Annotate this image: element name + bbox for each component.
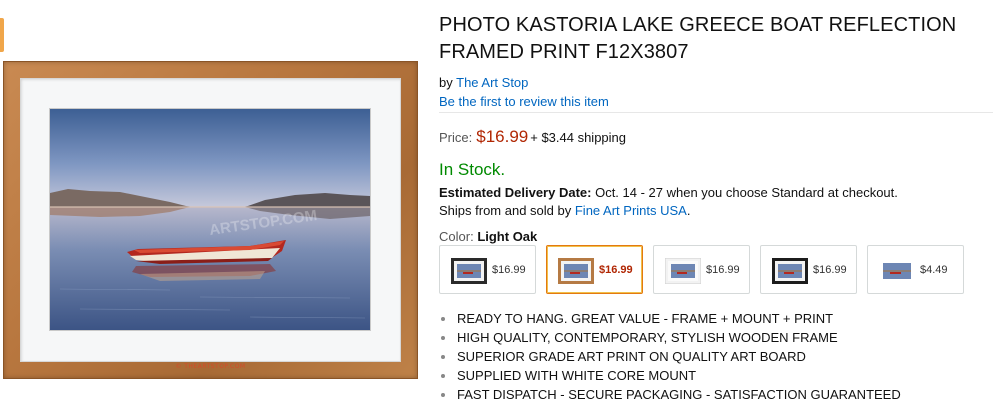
shipping-cost: + $3.44 shipping xyxy=(530,130,627,145)
delivery-estimate: Estimated Delivery Date: Oct. 14 - 27 wh… xyxy=(439,184,993,202)
swatch-price: $16.99 xyxy=(813,264,847,276)
swatch-price: $16.99 xyxy=(706,264,740,276)
bullet-dot-icon xyxy=(441,393,445,397)
feature-bullet: HIGH QUALITY, CONTEMPORARY, STYLISH WOOD… xyxy=(441,328,901,347)
review-link[interactable]: Be the first to review this item xyxy=(439,94,609,109)
swatch-thumbnail xyxy=(883,263,911,279)
ships-from: Ships from and sold by Fine Art Prints U… xyxy=(439,202,993,220)
ships-suffix: . xyxy=(686,203,691,218)
left-edge-tab[interactable] xyxy=(0,18,4,52)
swatch-price: $16.99 xyxy=(492,264,526,276)
feature-text: SUPERIOR GRADE ART PRINT ON QUALITY ART … xyxy=(457,349,806,364)
stock-status: In Stock. xyxy=(439,160,506,179)
color-row: Color: Light Oak xyxy=(439,229,993,244)
feature-text: FAST DISPATCH - SECURE PACKAGING - SATIS… xyxy=(457,387,901,402)
feature-text: SUPPLIED WITH WHITE CORE MOUNT xyxy=(457,368,697,383)
feature-bullets: READY TO HANG. GREAT VALUE - FRAME + MOU… xyxy=(441,309,901,404)
feature-bullet: FAST DISPATCH - SECURE PACKAGING - SATIS… xyxy=(441,385,901,404)
brand-link[interactable]: The Art Stop xyxy=(456,75,528,90)
seller-link[interactable]: Fine Art Prints USA xyxy=(575,203,687,218)
feature-bullet: SUPPLIED WITH WHITE CORE MOUNT xyxy=(441,366,901,385)
price-value: $16.99 xyxy=(476,127,529,146)
swatch-option-4[interactable]: $16.99 xyxy=(760,245,857,294)
ships-prefix: Ships from and sold by xyxy=(439,203,572,218)
swatch-thumbnail xyxy=(772,258,808,284)
swatch-option-1[interactable]: $16.99 xyxy=(439,245,536,294)
delivery-label: Estimated Delivery Date: xyxy=(439,185,592,200)
feature-text: READY TO HANG. GREAT VALUE - FRAME + MOU… xyxy=(457,311,834,326)
product-image[interactable]: ARTSTOP.COM © THEARTSTOP.COM xyxy=(3,61,418,379)
white-mount: ARTSTOP.COM xyxy=(20,78,401,362)
feature-bullet: SUPERIOR GRADE ART PRINT ON QUALITY ART … xyxy=(441,347,901,366)
product-info: PHOTO KASTORIA LAKE GREECE BOAT REFLECTI… xyxy=(439,12,993,244)
color-selected: Light Oak xyxy=(477,229,538,244)
boat-photo: ARTSTOP.COM xyxy=(50,109,370,330)
bullet-dot-icon xyxy=(441,317,445,321)
delivery-text: Oct. 14 - 27 when you choose Standard at… xyxy=(595,185,898,200)
feature-text: HIGH QUALITY, CONTEMPORARY, STYLISH WOOD… xyxy=(457,330,838,345)
price-label: Price: xyxy=(439,130,473,145)
swatch-thumbnail xyxy=(665,258,701,284)
swatch-option-3[interactable]: $16.99 xyxy=(653,245,750,294)
swatch-option-5[interactable]: $4.49 xyxy=(867,245,964,294)
swatch-price: $16.99 xyxy=(599,264,633,276)
bullet-dot-icon xyxy=(441,336,445,340)
bullet-dot-icon xyxy=(441,355,445,359)
bullet-dot-icon xyxy=(441,374,445,378)
price-row: Price: $16.99 + $3.44 shipping xyxy=(439,127,993,147)
byline: by The Art Stop xyxy=(439,75,993,90)
swatch-option-2[interactable]: $16.99 xyxy=(546,245,643,294)
swatch-thumbnail xyxy=(558,258,594,284)
swatch-thumbnail xyxy=(451,258,487,284)
color-label: Color: xyxy=(439,229,474,244)
frame-stamp: © THEARTSTOP.COM xyxy=(175,363,246,370)
product-title: PHOTO KASTORIA LAKE GREECE BOAT REFLECTI… xyxy=(439,14,957,63)
swatch-price: $4.49 xyxy=(920,264,948,276)
divider xyxy=(439,112,993,113)
by-prefix: by xyxy=(439,75,453,90)
feature-bullet: READY TO HANG. GREAT VALUE - FRAME + MOU… xyxy=(441,309,901,328)
